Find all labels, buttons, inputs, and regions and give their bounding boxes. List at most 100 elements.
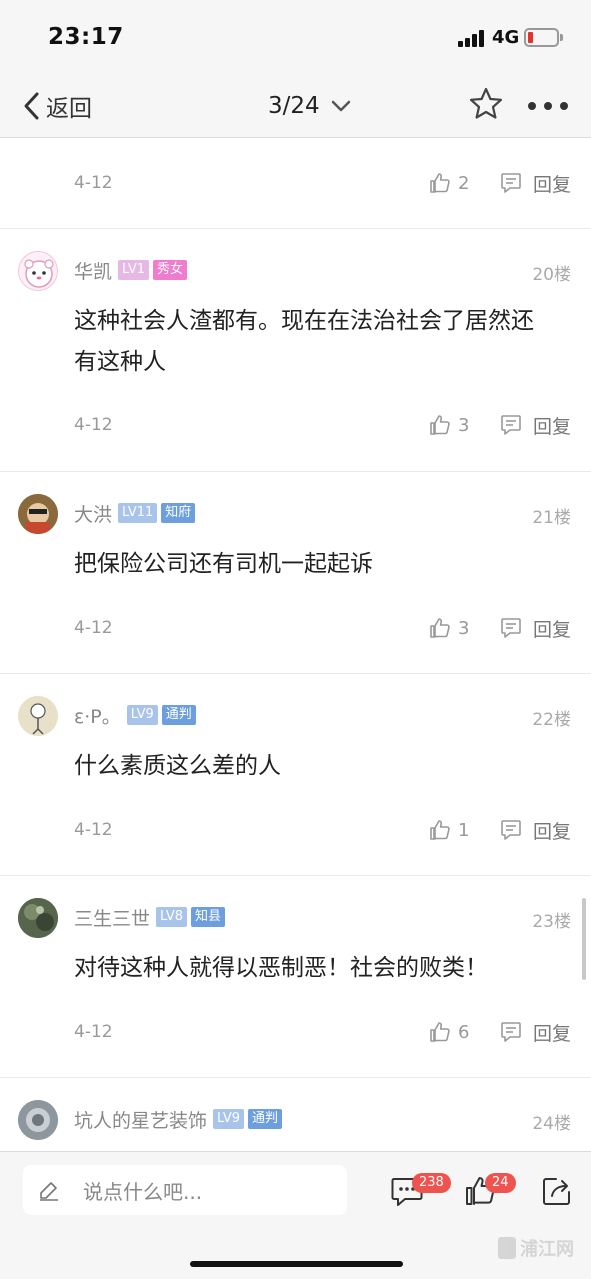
comment-input[interactable]: 说点什么吧... bbox=[23, 1165, 347, 1215]
back-button[interactable]: 返回 bbox=[22, 90, 92, 122]
reply-label: 回复 bbox=[533, 820, 572, 843]
thumbs-up-icon bbox=[430, 1022, 450, 1042]
comment-item: ε·P。 LV9 通判 22楼 什么素质这么差的人 4-12 1 回复 bbox=[0, 674, 591, 876]
title-badge: 知县 bbox=[191, 907, 226, 927]
title-badge: 通判 bbox=[161, 705, 196, 725]
username[interactable]: 坑人的星艺装饰 bbox=[74, 1106, 207, 1133]
reply-label: 回复 bbox=[533, 1022, 572, 1045]
reply-label: 回复 bbox=[533, 415, 572, 438]
input-placeholder: 说点什么吧... bbox=[83, 1179, 203, 1204]
thumbs-up-icon bbox=[430, 820, 450, 840]
like-button[interactable]: 3 bbox=[428, 412, 469, 438]
avatar[interactable] bbox=[18, 1100, 58, 1140]
nav-bar: 返回 3/24 bbox=[0, 74, 591, 138]
floor-label: 24楼 bbox=[532, 1114, 571, 1134]
level-badge: LV9 bbox=[126, 705, 158, 725]
comment-date: 4-12 bbox=[74, 415, 113, 435]
star-icon[interactable] bbox=[468, 86, 504, 122]
comment-item: 三生三世 LV8 知县 23楼 对待这种人就得以恶制恶！社会的败类！ 4-12 … bbox=[0, 876, 591, 1078]
battery-icon bbox=[524, 28, 559, 47]
comment-date: 4-12 bbox=[74, 618, 113, 638]
chevron-left-icon bbox=[24, 92, 39, 120]
comment-content: 这种社会人渣都有。现在在法治社会了居然还有这种人 bbox=[74, 308, 534, 375]
thumbs-up-icon bbox=[430, 173, 450, 193]
like-count: 3 bbox=[458, 617, 470, 639]
network-label: 4G bbox=[492, 27, 520, 48]
watermark-text: 浦江网 bbox=[520, 1239, 574, 1260]
reply-label: 回复 bbox=[533, 173, 572, 196]
reply-label: 回复 bbox=[533, 618, 572, 641]
scrollbar[interactable] bbox=[582, 898, 586, 980]
user-info: ε·P。 LV9 通判 bbox=[74, 702, 196, 728]
pencil-icon bbox=[40, 1182, 58, 1201]
comment-icon bbox=[501, 618, 521, 638]
thumbs-up-icon bbox=[430, 415, 450, 435]
page-indicator: 3/24 bbox=[268, 93, 320, 119]
like-count: 3 bbox=[458, 414, 470, 436]
like-count: 6 bbox=[458, 1021, 470, 1043]
avatar[interactable] bbox=[18, 696, 58, 736]
comment-date: 4-12 bbox=[74, 173, 113, 193]
level-badge: LV9 bbox=[213, 1109, 244, 1129]
share-icon[interactable] bbox=[540, 1174, 574, 1208]
reply-button[interactable]: 回复 bbox=[499, 170, 571, 196]
back-label: 返回 bbox=[46, 96, 92, 122]
reply-button[interactable]: 回复 bbox=[499, 1019, 571, 1045]
more-icon[interactable] bbox=[528, 101, 568, 111]
username[interactable]: ε·P。 bbox=[74, 702, 121, 729]
status-time: 23:17 bbox=[48, 24, 124, 50]
like-count: 2 bbox=[458, 172, 470, 194]
comment-content: 把保险公司还有司机一起起诉 bbox=[74, 551, 373, 577]
comment-content: 对待这种人就得以恶制恶！社会的败类！ bbox=[74, 955, 488, 981]
like-count: 1 bbox=[458, 819, 470, 841]
avatar[interactable] bbox=[18, 898, 58, 938]
reply-button[interactable]: 回复 bbox=[499, 615, 571, 641]
comment-content: 什么素质这么差的人 bbox=[74, 753, 281, 779]
reply-button[interactable]: 回复 bbox=[499, 412, 571, 438]
comment-count-badge: 238 bbox=[412, 1173, 451, 1193]
title-badge: 秀女 bbox=[153, 260, 188, 280]
username[interactable]: 华凯 bbox=[74, 257, 112, 284]
user-info: 三生三世 LV8 知县 bbox=[74, 904, 226, 931]
user-info: 坑人的星艺装饰 LV9 通判 bbox=[74, 1106, 283, 1133]
home-indicator[interactable] bbox=[190, 1261, 403, 1267]
floor-label: 23楼 bbox=[532, 912, 571, 932]
avatar[interactable] bbox=[18, 251, 58, 291]
watermark: 浦江网 bbox=[498, 1235, 574, 1261]
like-button[interactable]: 1 bbox=[428, 817, 469, 843]
floor-label: 21楼 bbox=[532, 508, 571, 528]
level-badge: LV11 bbox=[118, 503, 158, 523]
comment-item: 华凯 LV1 秀女 20楼 这种社会人渣都有。现在在法治社会了居然还有这种人 4… bbox=[0, 229, 591, 472]
like-count-badge: 24 bbox=[485, 1173, 516, 1193]
comment-item: 大洪 LV11 知府 21楼 把保险公司还有司机一起起诉 4-12 3 回复 bbox=[0, 472, 591, 674]
reply-button[interactable]: 回复 bbox=[499, 817, 571, 843]
title-badge: 知府 bbox=[161, 503, 196, 523]
username[interactable]: 大洪 bbox=[74, 500, 112, 527]
signal-icon bbox=[458, 30, 486, 47]
title-badge: 通判 bbox=[248, 1109, 283, 1129]
comment-item: 4-12 2 回复 bbox=[0, 139, 591, 229]
comment-item: 坑人的星艺装饰 LV9 通判 24楼 bbox=[0, 1078, 591, 1151]
thumbs-up-icon bbox=[430, 618, 450, 638]
like-button[interactable]: 6 bbox=[428, 1019, 469, 1045]
username[interactable]: 三生三世 bbox=[74, 904, 150, 931]
comment-icon bbox=[501, 820, 521, 840]
battery-tip bbox=[560, 34, 563, 41]
level-badge: LV8 bbox=[156, 907, 187, 927]
level-badge: LV1 bbox=[118, 260, 149, 280]
avatar[interactable] bbox=[18, 494, 58, 534]
user-info: 大洪 LV11 知府 bbox=[74, 500, 196, 527]
comment-date: 4-12 bbox=[74, 820, 113, 840]
watermark-logo-icon bbox=[498, 1237, 516, 1259]
comment-icon bbox=[501, 1022, 521, 1042]
page-selector[interactable]: 3/24 bbox=[268, 90, 352, 122]
comment-icon bbox=[501, 173, 521, 193]
comment-icon bbox=[501, 415, 521, 435]
status-bar: 23:17 4G bbox=[0, 0, 591, 74]
floor-label: 20楼 bbox=[532, 265, 571, 285]
floor-label: 22楼 bbox=[532, 710, 571, 730]
like-button[interactable]: 2 bbox=[428, 170, 469, 196]
like-button[interactable]: 3 bbox=[428, 615, 469, 641]
user-info: 华凯 LV1 秀女 bbox=[74, 257, 188, 284]
bottom-bar: 说点什么吧... 238 24 浦江网 bbox=[0, 1151, 591, 1279]
